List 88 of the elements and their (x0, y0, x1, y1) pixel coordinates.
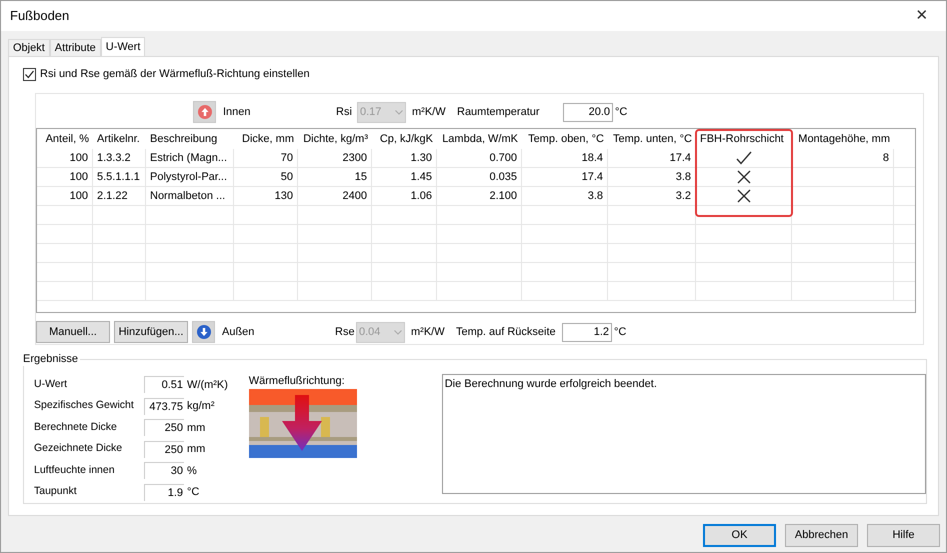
table-cell: 100 (37, 168, 93, 186)
outside-label: Außen (222, 324, 256, 340)
tab[interactable]: U-Wert (100, 37, 146, 56)
rsi-label: Rsi (336, 104, 353, 120)
result-field: 1.9 (144, 484, 184, 501)
dialog-button[interactable]: Abbrechen (785, 524, 858, 547)
temperature-unit: °C (614, 324, 626, 340)
rsi-unit: m²K/W (412, 104, 447, 120)
table-cell: 5.5.1.1.1 (93, 168, 146, 186)
result-label: U-Wert (34, 376, 68, 392)
table-cell: 100 (37, 148, 93, 168)
table-cell: 1.45 (372, 168, 437, 186)
room-temperature-label: Raumtemperatur (457, 104, 541, 120)
table-cell: 17.4 (522, 168, 608, 186)
table-cell: 15 (298, 168, 372, 186)
table-cell: Polystyrol-Par... (146, 168, 234, 186)
column-header[interactable]: Temp. unten, °C (608, 130, 696, 148)
result-unit: kg/m² (187, 399, 214, 414)
table-cell: 1.06 (372, 186, 437, 206)
result-unit: mm (187, 420, 206, 436)
tab[interactable]: Attribute (50, 39, 101, 56)
column-header[interactable]: Montagehöhe, mm (792, 130, 894, 148)
result-label: Taupunkt (34, 484, 78, 500)
table-cell: 2.100 (437, 186, 522, 206)
chevron-icon (395, 110, 403, 114)
action-button[interactable]: Hinzufügen... (114, 321, 188, 343)
result-unit: °C (187, 485, 200, 500)
table-cell: 130 (234, 186, 298, 206)
rse-unit: m²K/W (411, 324, 446, 340)
result-field: 250 (144, 440, 184, 458)
outside-button[interactable] (192, 321, 215, 343)
checkbox[interactable] (23, 68, 36, 80)
result-unit: % (187, 464, 197, 478)
table-cell: 8 (882, 152, 889, 164)
rse-label: Rse (335, 324, 356, 340)
back-temperature-label: Temp. auf Rückseite (456, 324, 557, 340)
table-cell: 0.700 (437, 148, 522, 168)
column-header[interactable]: FBH-Rohrschicht (696, 130, 792, 148)
column-header[interactable]: Dichte, kg/m³ (298, 130, 372, 148)
table-cell: 70 (234, 148, 298, 168)
table-cell: 3.8 (522, 186, 608, 206)
message-box: Die Berechnung wurde erfolgreich beendet. (442, 374, 926, 494)
back-temperature-field[interactable]: 1.2 (562, 322, 612, 342)
close-button[interactable]: ✕ (907, 4, 937, 28)
column-header[interactable]: Dicke, mm (234, 130, 298, 148)
result-label: Spezifisches Gewicht (34, 398, 135, 414)
table-cell: 100 (37, 186, 93, 206)
column-header[interactable]: Artikelnr. (93, 130, 146, 148)
checkbox-label: Rsi und Rse gemäß der Wärmefluß-Richtung einstellen (40, 66, 310, 82)
table-cell: 3.8 (608, 168, 696, 186)
action-button[interactable]: Manuell... (36, 321, 110, 343)
column-header[interactable]: Temp. oben, °C (522, 130, 608, 148)
table-cell: 1.3.3.2 (93, 148, 146, 168)
tab[interactable]: Objekt (8, 39, 50, 56)
column-header[interactable]: Beschreibung (146, 130, 234, 148)
table-cell: 2400 (298, 186, 372, 206)
temperature-unit: °C (615, 104, 628, 120)
dialog-button[interactable]: OK (703, 524, 776, 547)
room-temperature-field[interactable]: 20.0 (563, 102, 613, 122)
table-cell: 2.1.22 (93, 186, 146, 206)
table-cell: 50 (234, 168, 298, 186)
result-field: 473.75 (144, 398, 184, 415)
result-unit: mm (187, 442, 206, 457)
heat-flow-label: Wärmeflußrichtung: (248, 374, 346, 388)
result-unit: W/(m²K) (187, 378, 228, 392)
result-field: 30 (144, 462, 184, 480)
column-header[interactable]: Cp, kJ/kgK (372, 130, 437, 148)
table-cell: 3.2 (608, 186, 696, 206)
dialog-button[interactable]: Hilfe (867, 524, 940, 547)
result-label: Gezeichnete Dicke (34, 441, 124, 456)
table-cell: 17.4 (608, 148, 696, 168)
table-cell: 18.4 (522, 148, 608, 168)
column-header[interactable]: Anteil, % (37, 130, 93, 148)
table-cell: 0.035 (437, 168, 522, 186)
table-cell: 2300 (298, 148, 372, 168)
result-field: 0.51 (144, 376, 184, 394)
table-cell: Estrich (Magn... (146, 148, 234, 168)
inside-button[interactable] (193, 101, 216, 123)
result-label: Berechnete Dicke (34, 420, 118, 435)
results-title: Ergebnisse (23, 352, 80, 366)
table-cell: 1.30 (372, 148, 437, 168)
inside-label: Innen (223, 104, 252, 120)
window-title: Fußboden (10, 7, 70, 26)
table-cell: Normalbeton ... (146, 186, 234, 206)
result-field: 250 (144, 419, 184, 436)
result-label: Luftfeuchte innen (34, 462, 116, 478)
column-header[interactable]: Lambda, W/mK (437, 130, 522, 148)
chevron-icon (394, 330, 402, 334)
